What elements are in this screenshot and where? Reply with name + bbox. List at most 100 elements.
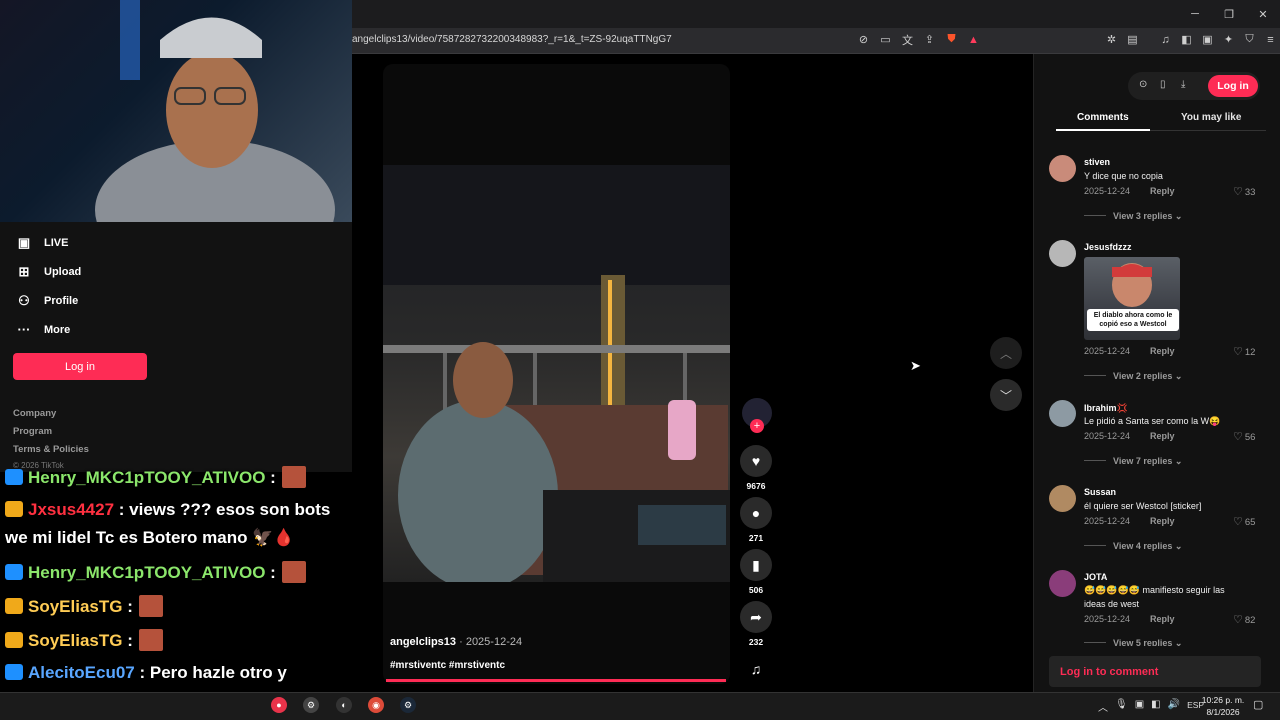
address-bar[interactable]: angelclips13/video/7587282732200348983?_… [352,34,672,45]
chat-text: : [122,631,133,650]
video-scene [383,165,730,582]
share-button[interactable]: ➦ [740,601,772,633]
previous-video-button[interactable]: ︿ [990,337,1022,369]
bookmark-icon: ▮ [752,556,760,573]
view-replies[interactable]: View 3 replies ⌄ [1084,211,1182,222]
comment-avatar[interactable] [1049,485,1076,512]
view-replies-clip: View 5 replies ⌄ [1084,638,1254,646]
reply-button[interactable]: Reply [1150,431,1175,441]
volume-icon[interactable]: 🔊 [1168,699,1180,714]
comment-user[interactable]: Jesusfdzzz [1084,242,1132,252]
reply-button[interactable]: Reply [1150,614,1175,624]
chevron-up-icon[interactable]: ︿ [1098,699,1108,714]
save-button[interactable]: ▮ [740,549,772,581]
menu-icon[interactable]: ≡ [1263,31,1278,48]
brave-shields-icon[interactable]: ⛊ [944,31,959,48]
sidebar-item-upload[interactable]: ⊞ Upload [16,264,82,280]
obs-icon[interactable]: ● [271,697,287,713]
footer-link-terms[interactable]: Terms & Policies [13,444,89,455]
view-replies[interactable]: View 7 replies ⌄ [1084,456,1182,467]
reply-button[interactable]: Reply [1150,186,1175,196]
translate-icon[interactable]: 文 [900,31,915,48]
comment-text: Y dice que no copia [1084,171,1163,181]
comment-date: 2025-12-24 [1084,431,1131,441]
comment-like[interactable]: ♡ 12 [1233,345,1255,358]
settings-gear-icon[interactable]: ⚙ [303,697,319,713]
footer-link-company[interactable]: Company [13,408,56,419]
no-translate-icon[interactable]: ⊘ [856,31,871,48]
comment-avatar[interactable] [1049,570,1076,597]
view-replies-label: View 3 replies [1113,211,1173,221]
restore-button[interactable]: ❐ [1212,0,1246,28]
brave-rewards-icon[interactable]: ▲ [966,31,981,48]
view-replies[interactable]: View 5 replies ⌄ [1084,638,1182,646]
video-hashtags[interactable]: #mrstiventc #mrstiventc [390,660,505,671]
minimize-button[interactable]: ─ [1178,0,1212,28]
extensions-icon[interactable]: ✲ [1104,31,1119,48]
chat-message: SoyEliasTG : [5,629,163,651]
next-video-button[interactable]: ﹀ [990,379,1022,411]
screen-cast-icon[interactable]: ▭ [878,31,893,48]
chevron-down-icon: ⌄ [1174,541,1183,551]
sidebar-login-button[interactable]: Log in [13,353,147,380]
settings-icon[interactable]: ⊙ [1139,79,1147,90]
reply-button[interactable]: Reply [1150,516,1175,526]
chevron-up-icon: ︿ [999,346,1012,361]
reading-list-icon[interactable]: ▤ [1125,31,1140,48]
author-name[interactable]: angelclips13 [390,636,456,648]
sidebar-item-label: Profile [44,295,79,307]
live-icon: ▣ [17,235,31,250]
network-icon[interactable]: ▣ [1135,699,1144,714]
comment-avatar[interactable] [1049,240,1076,267]
sound-disc-button[interactable]: ♫ [740,653,772,685]
video-author[interactable]: angelclips13 · 2025-12-24 [390,636,522,648]
view-replies[interactable]: View 4 replies ⌄ [1084,541,1182,552]
close-button[interactable]: ✕ [1246,0,1280,28]
app-icon[interactable]: ◐ [336,697,352,713]
device-icon[interactable]: ▯ [1160,79,1166,90]
follow-plus-icon[interactable]: + [750,419,764,433]
sidebar-item-profile[interactable]: ⚇ Profile [16,293,78,309]
microphone-icon[interactable]: 🎙 [1115,699,1128,714]
tab-comments[interactable]: Comments [1077,112,1129,123]
comment-user[interactable]: Sussan [1084,487,1116,497]
tab-you-may-like[interactable]: You may like [1181,112,1241,123]
comment-like[interactable]: ♡ 33 [1233,185,1255,198]
sidebar-icon[interactable]: ◧ [1179,31,1194,48]
vpn-icon[interactable]: ⛉ [1242,31,1257,48]
comment-user[interactable]: stiven [1084,157,1110,167]
sidebar-item-live[interactable]: ▣ LIVE [16,235,69,251]
comment-button[interactable]: ● [740,497,772,529]
address-bar-icons: ⊘ ▭ 文 ⇪ ⛊ ▲ [856,31,981,48]
video-progress-bar[interactable] [386,679,726,682]
comment-like[interactable]: ♡ 82 [1233,613,1255,626]
steam-icon[interactable]: ⚙ [400,697,416,713]
reply-button[interactable]: Reply [1150,346,1175,356]
login-button[interactable]: Log in [1208,75,1258,97]
download-icon[interactable]: ⤓ [1181,79,1185,90]
media-icon[interactable]: ♫ [1158,31,1173,48]
wifi-icon[interactable]: ◧ [1151,699,1160,714]
comment-like[interactable]: ♡ 56 [1233,430,1255,443]
chat-text: we mi lidel Tc es Botero mano 🦅🩸 [5,528,295,547]
view-replies-label: View 2 replies [1113,371,1173,381]
notification-icon[interactable]: ▢ [1253,698,1263,711]
heart-outline-icon: ♡ [1233,186,1243,198]
chevron-down-icon: ⌄ [1174,371,1183,381]
comment-user[interactable]: Ibrahim💢 [1084,403,1128,414]
leo-icon[interactable]: ✦ [1221,31,1236,48]
view-replies[interactable]: View 2 replies ⌄ [1084,371,1182,382]
taskbar-clock[interactable]: 10:26 p. m. 8/1/2026 [1198,694,1248,718]
comment-like[interactable]: ♡ 65 [1233,515,1255,528]
comment-avatar[interactable] [1049,155,1076,182]
share-icon[interactable]: ⇪ [922,31,937,48]
login-to-comment-link[interactable]: Log in to comment [1060,666,1158,678]
footer-link-program[interactable]: Program [13,426,52,437]
sidebar-item-more[interactable]: ··· More [16,322,71,337]
comment-user[interactable]: JOTA [1084,572,1107,582]
chrome-icon[interactable]: ◉ [368,697,384,713]
comment-avatar[interactable] [1049,400,1076,427]
like-button[interactable]: ♥ [740,445,772,477]
wallet-icon[interactable]: ▣ [1200,31,1215,48]
heart-icon: ♥ [751,453,761,469]
